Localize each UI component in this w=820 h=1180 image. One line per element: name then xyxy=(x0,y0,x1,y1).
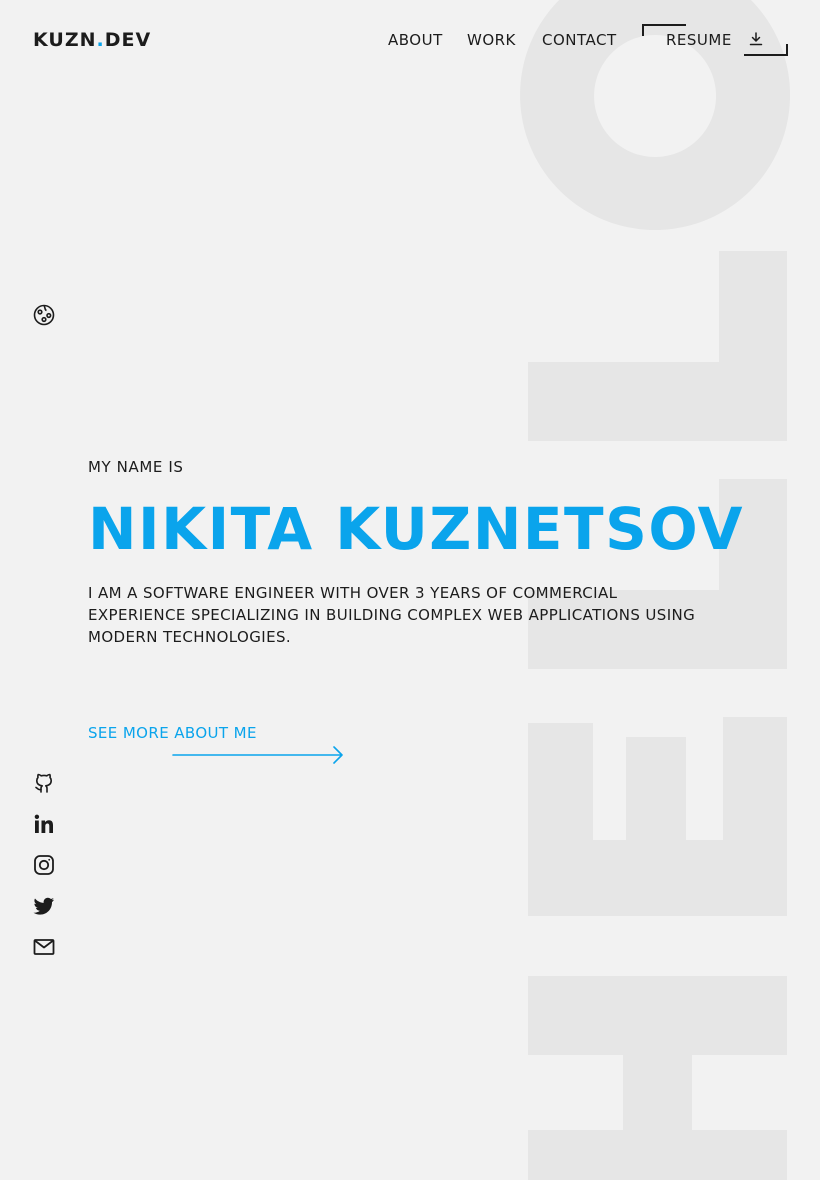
palette-icon[interactable] xyxy=(33,304,55,326)
mail-icon xyxy=(33,939,55,955)
nav-contact-link[interactable]: CONTACT xyxy=(542,31,617,49)
main-nav: ABOUT WORK CONTACT RESUME xyxy=(0,31,820,61)
github-icon xyxy=(35,773,52,793)
resume-button[interactable]: RESUME xyxy=(666,31,732,49)
hero-pretitle: MY NAME IS xyxy=(88,458,184,476)
nav-work-link[interactable]: WORK xyxy=(467,31,516,49)
twitter-link[interactable] xyxy=(33,895,55,917)
hero-name: NIKITA KUZNETSOV xyxy=(88,495,744,563)
see-more-about-link[interactable]: SEE MORE ABOUT ME xyxy=(88,724,257,742)
instagram-link[interactable] xyxy=(33,854,55,876)
linkedin-link[interactable] xyxy=(33,813,55,835)
arrow-right-icon[interactable] xyxy=(172,744,345,766)
download-icon[interactable] xyxy=(749,32,763,46)
nav-about-link[interactable]: ABOUT xyxy=(388,31,443,49)
linkedin-icon xyxy=(34,814,53,833)
hero-section: MY NAME IS NIKITA KUZNETSOV I AM A SOFTW… xyxy=(88,458,768,648)
instagram-icon xyxy=(34,855,54,875)
twitter-icon xyxy=(33,897,54,915)
github-link[interactable] xyxy=(33,772,55,794)
email-link[interactable] xyxy=(33,936,55,958)
hero-description: I AM A SOFTWARE ENGINEER WITH OVER 3 YEA… xyxy=(88,584,696,646)
social-links xyxy=(33,772,55,977)
